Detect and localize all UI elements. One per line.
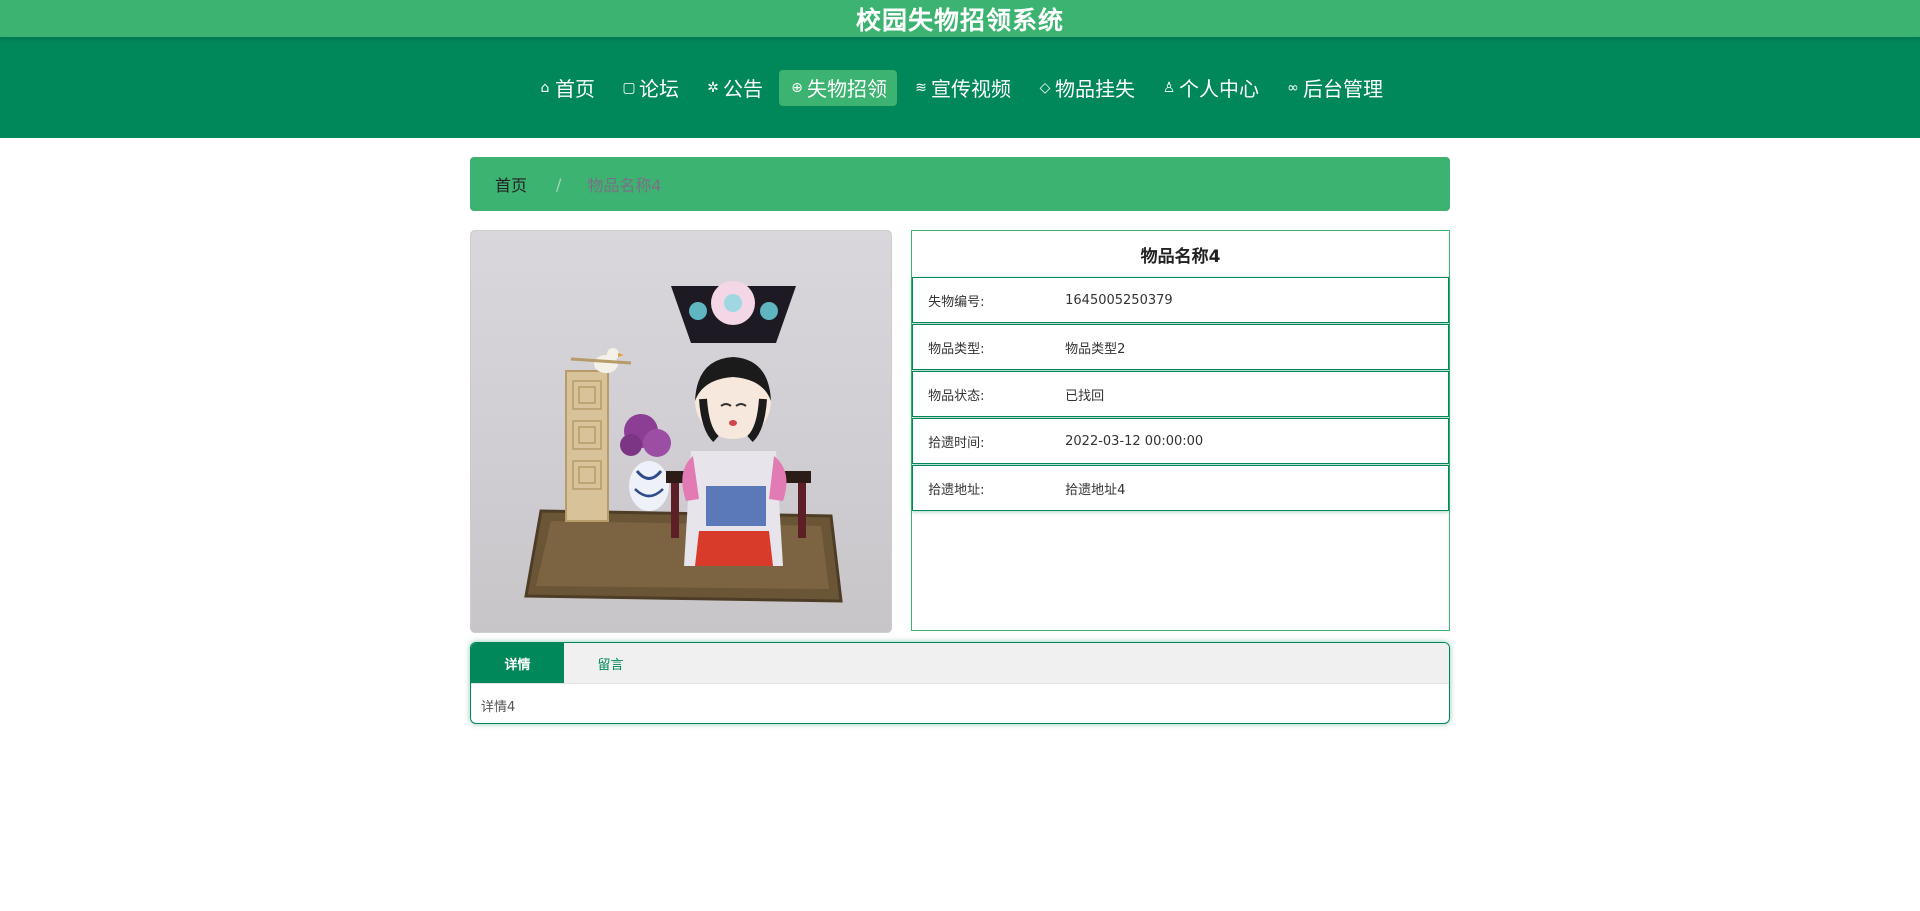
notice-icon: ✲ — [707, 79, 719, 96]
field-label: 物品状态: — [928, 388, 985, 404]
nav-item-notice[interactable]: ✲ 公告 — [695, 70, 773, 106]
main-content: 首页 / 物品名称4 物品名称4 失物编号: 1645005250379 物品类… — [470, 157, 1450, 724]
tag-icon: ◇ — [1039, 79, 1051, 96]
nav-item-admin[interactable]: ∞ 后台管理 — [1275, 70, 1393, 106]
tab-content: 详情4 — [481, 700, 516, 715]
field-label: 拾遗时间: — [928, 435, 985, 451]
nav-label: 论坛 — [639, 77, 679, 101]
field-value: 已找回 — [1065, 388, 1105, 404]
main-nav: ⌂ 首页 ▢ 论坛 ✲ 公告 ⊕ 失物招领 ≋ 宣传视频 ◇ 物品挂失 ♙ 个人… — [0, 37, 1920, 138]
nav-label: 失物招领 — [807, 77, 887, 101]
nav-item-profile[interactable]: ♙ 个人中心 — [1151, 70, 1269, 106]
nav-label: 宣传视频 — [931, 77, 1011, 101]
field-label: 物品类型: — [928, 341, 985, 357]
info-row-found-address: 拾遗地址: 拾遗地址4 — [912, 465, 1449, 511]
breadcrumb-separator: / — [556, 174, 562, 194]
field-value: 1645005250379 — [1065, 292, 1173, 308]
item-name-heading: 物品名称4 — [1140, 246, 1221, 267]
nav-item-home[interactable]: ⌂ 首页 — [527, 70, 605, 106]
item-info-panel: 物品名称4 失物编号: 1645005250379 物品类型: 物品类型2 物品… — [911, 230, 1450, 631]
nav-list: ⌂ 首页 ▢ 论坛 ✲ 公告 ⊕ 失物招领 ≋ 宣传视频 ◇ 物品挂失 ♙ 个人… — [527, 69, 1393, 106]
layers-icon: ≋ — [915, 79, 927, 96]
app-title-bar: 校园失物招领系统 — [0, 0, 1920, 37]
info-row-item-status: 物品状态: 已找回 — [912, 371, 1449, 417]
info-row-item-type: 物品类型: 物品类型2 — [912, 324, 1449, 370]
app-title: 校园失物招领系统 — [855, 5, 1064, 35]
field-value: 拾遗地址4 — [1065, 482, 1126, 498]
breadcrumb-home-link[interactable]: 首页 — [495, 172, 527, 196]
tab-bar: 详情 留言 — [471, 643, 1449, 684]
nav-item-report-loss[interactable]: ◇ 物品挂失 — [1027, 70, 1145, 106]
nav-item-video[interactable]: ≋ 宣传视频 — [903, 70, 1021, 106]
nav-label: 后台管理 — [1303, 77, 1383, 101]
doll-figurine-illustration — [524, 281, 843, 603]
user-icon: ♙ — [1162, 79, 1176, 96]
nav-item-lost-found[interactable]: ⊕ 失物招领 — [779, 69, 897, 106]
nav-item-forum[interactable]: ▢ 论坛 — [611, 70, 689, 106]
nav-label: 首页 — [555, 77, 595, 101]
item-detail: 物品名称4 失物编号: 1645005250379 物品类型: 物品类型2 物品… — [470, 230, 1450, 633]
forum-icon: ▢ — [622, 79, 636, 96]
nav-label: 公告 — [723, 77, 763, 101]
home-icon: ⌂ — [540, 79, 550, 96]
tab-comments[interactable]: 留言 — [564, 643, 657, 683]
link-icon: ∞ — [1287, 79, 1299, 96]
item-photo — [470, 230, 893, 633]
nav-label: 物品挂失 — [1055, 77, 1135, 101]
breadcrumb: 首页 / 物品名称4 — [470, 157, 1450, 211]
field-value: 2022-03-12 00:00:00 — [1065, 433, 1204, 449]
field-label: 拾遗地址: — [928, 482, 985, 498]
nav-label: 个人中心 — [1179, 77, 1259, 101]
globe-icon: ⊕ — [791, 79, 803, 96]
info-row-lost-id: 失物编号: 1645005250379 — [912, 277, 1449, 323]
info-row-found-time: 拾遗时间: 2022-03-12 00:00:00 — [912, 418, 1449, 464]
tab-details[interactable]: 详情 — [471, 643, 564, 683]
field-value: 物品类型2 — [1065, 341, 1126, 357]
field-label: 失物编号: — [928, 294, 985, 310]
breadcrumb-current: 物品名称4 — [587, 176, 662, 195]
detail-tabs: 详情 留言 详情4 — [470, 642, 1450, 724]
